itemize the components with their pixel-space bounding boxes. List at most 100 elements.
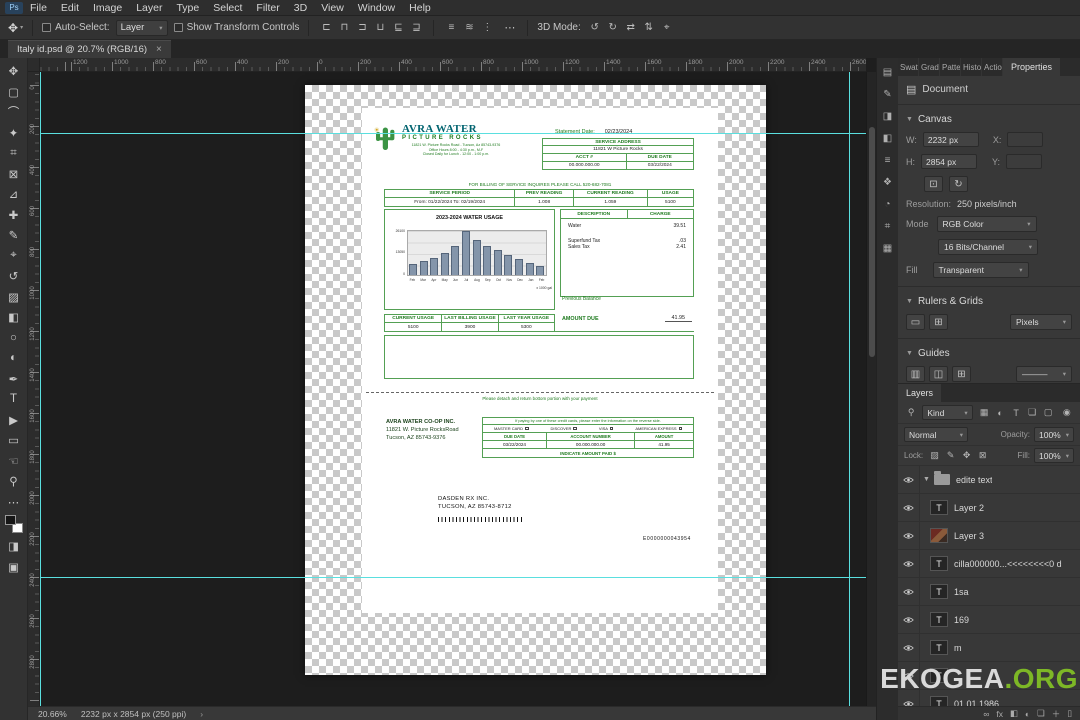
distribute-horizontal-icon[interactable]: ≡: [443, 20, 459, 36]
align-center-horizontal-icon[interactable]: ⊓: [336, 20, 352, 36]
path-selection-tool[interactable]: ▶: [2, 410, 26, 431]
cc-option[interactable]: MASTER CARD: [494, 426, 529, 431]
cc-option[interactable]: DISCOVER: [551, 426, 577, 431]
menu-window[interactable]: Window: [351, 0, 402, 16]
layer-row[interactable]: Tcilla000000...<<<<<<<<0 d: [898, 550, 1080, 578]
color-swatches[interactable]: [4, 515, 24, 533]
collapsed-channels-icon[interactable]: ▦: [880, 241, 896, 256]
smart-guides-icon[interactable]: ◫: [929, 366, 948, 382]
visibility-eye-icon[interactable]: [898, 606, 920, 633]
foreground-color-swatch[interactable]: [4, 515, 16, 525]
crop-tool[interactable]: ⌗: [2, 143, 26, 164]
dodge-tool[interactable]: ◐: [2, 348, 26, 369]
checkbox-icon[interactable]: [42, 23, 52, 32]
filter-adjustment-layers-icon[interactable]: ◐: [993, 406, 1008, 420]
collapsed-clone-icon[interactable]: ◔: [880, 197, 896, 212]
canvas-x-field[interactable]: [1007, 132, 1044, 147]
bit-depth-dropdown[interactable]: 16 Bits/Channel ▾: [938, 239, 1038, 255]
delete-layer-icon[interactable]: ▯: [1067, 708, 1072, 720]
guide-horizontal[interactable]: [40, 133, 866, 134]
filter-pixel-layers-icon[interactable]: ▦: [977, 406, 992, 420]
align-left-icon[interactable]: ⊏: [318, 20, 334, 36]
edit-toolbar-icon[interactable]: ⋯: [2, 492, 26, 513]
menu-select[interactable]: Select: [206, 0, 249, 16]
tab-close-icon[interactable]: ×: [156, 44, 162, 55]
current-tool-icon[interactable]: ✥ ▾: [8, 21, 23, 35]
tab-swatches[interactable]: Swatches: [898, 58, 919, 76]
menu-file[interactable]: File: [23, 0, 54, 16]
hand-tool[interactable]: ☜: [2, 451, 26, 472]
collapsed-styles-icon[interactable]: ◧: [880, 131, 896, 146]
guide-horizontal[interactable]: [40, 577, 866, 578]
auto-select-target-dropdown[interactable]: Layer ▾: [115, 19, 168, 36]
3d-rotate-icon[interactable]: ↺: [587, 20, 603, 36]
filter-toggle-icon[interactable]: ◉: [1060, 406, 1074, 420]
layer-row[interactable]: T 1sa: [898, 578, 1080, 606]
tab-gradients[interactable]: Gradients: [919, 58, 940, 76]
guide-vertical[interactable]: [40, 72, 41, 706]
history-brush-tool[interactable]: ↺: [2, 266, 26, 287]
canvas-y-field[interactable]: [1006, 154, 1043, 169]
menu-image[interactable]: Image: [86, 0, 129, 16]
layer-row[interactable]: Tm: [898, 634, 1080, 662]
3d-slide-icon[interactable]: ⇅: [641, 20, 657, 36]
move-tool[interactable]: ✥: [2, 61, 26, 82]
layer-row[interactable]: ▼ edite text: [898, 466, 1080, 494]
document-tab[interactable]: Italy id.psd @ 20.7% (RGB/16) ×: [8, 40, 171, 58]
grid-toggle-icon[interactable]: ⊞: [929, 314, 948, 330]
clone-stamp-tool[interactable]: ⌖: [2, 246, 26, 267]
show-transform-checkbox[interactable]: Show Transform Controls: [173, 22, 299, 33]
healing-brush-tool[interactable]: ✚: [2, 205, 26, 226]
layer-row[interactable]: T Layer 2: [898, 494, 1080, 522]
frame-tool[interactable]: ⊠: [2, 164, 26, 185]
chevron-down-icon[interactable]: ▼: [906, 298, 913, 305]
lock-transparency-icon[interactable]: ▨: [927, 449, 942, 463]
quick-mask-icon[interactable]: ◨: [2, 536, 26, 557]
more-options-icon[interactable]: ⋯: [501, 21, 518, 34]
blur-tool[interactable]: ○: [2, 328, 26, 349]
guide-vertical[interactable]: [849, 72, 850, 706]
layers-fill-field[interactable]: 100% ▾: [1034, 448, 1074, 463]
align-right-icon[interactable]: ⊐: [354, 20, 370, 36]
cc-checkbox[interactable]: [525, 426, 529, 431]
align-bottom-icon[interactable]: ⊒: [408, 20, 424, 36]
visibility-eye-icon[interactable]: [898, 578, 920, 605]
canvas-fill-dropdown[interactable]: Transparent ▾: [932, 262, 1029, 278]
tab-properties[interactable]: Properties: [1003, 58, 1061, 76]
layer-mask-icon[interactable]: ◧: [1010, 708, 1018, 720]
layer-row[interactable]: Layer 3: [898, 522, 1080, 550]
chevron-down-icon[interactable]: ▼: [906, 116, 913, 123]
zoom-level-field[interactable]: 20.66%: [38, 709, 67, 719]
layer-effects-icon[interactable]: fx: [996, 708, 1003, 720]
layer-filter-kind-dropdown[interactable]: Kind ▾: [922, 405, 973, 420]
shape-tool[interactable]: ▭: [2, 430, 26, 451]
screen-mode-icon[interactable]: ▣: [2, 557, 26, 578]
type-tool[interactable]: T: [2, 389, 26, 410]
menu-filter[interactable]: Filter: [249, 0, 286, 16]
canvas-height-field[interactable]: 2854 px: [921, 154, 977, 169]
collapsed-grid-icon[interactable]: ⌗: [880, 219, 896, 234]
marquee-tool[interactable]: ▢: [2, 82, 26, 103]
chevron-down-icon[interactable]: ▼: [906, 350, 913, 357]
blend-mode-dropdown[interactable]: Normal ▾: [904, 427, 968, 442]
visibility-eye-icon[interactable]: [898, 522, 920, 549]
cc-option[interactable]: AMERICAN EXPRESS: [635, 426, 682, 431]
cc-checkbox[interactable]: [573, 426, 577, 431]
rulers-toggle-icon[interactable]: ▭: [906, 314, 925, 330]
visibility-eye-icon[interactable]: [898, 634, 920, 661]
layer-search-icon[interactable]: ⚲: [904, 406, 918, 420]
opacity-field[interactable]: 100% ▾: [1034, 427, 1074, 442]
visibility-eye-icon[interactable]: [898, 494, 920, 521]
collapsed-adjustments-icon[interactable]: ◨: [880, 109, 896, 124]
cc-checkbox[interactable]: [609, 426, 614, 431]
brush-tool[interactable]: ✎: [2, 225, 26, 246]
pen-tool[interactable]: ✒: [2, 369, 26, 390]
zoom-tool[interactable]: ⚲: [2, 471, 26, 492]
menu-view[interactable]: View: [314, 0, 351, 16]
menu-type[interactable]: Type: [169, 0, 206, 16]
cc-option[interactable]: VISA: [599, 426, 614, 431]
tab-layers[interactable]: Layers: [898, 384, 942, 402]
canvas-area[interactable]: AVRA WATER PICTURE ROCKS 11821 W. Pictur…: [40, 72, 866, 706]
ruler-units-dropdown[interactable]: Pixels ▾: [1010, 314, 1072, 330]
visibility-eye-icon[interactable]: [898, 550, 920, 577]
